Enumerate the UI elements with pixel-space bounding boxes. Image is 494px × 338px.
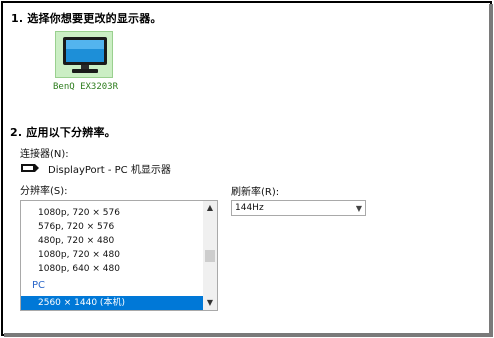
step1-title: 1. 选择你想要更改的显示器。: [11, 12, 162, 25]
scroll-down-icon[interactable]: ▼: [203, 296, 217, 310]
connector-label: 连接器(N):: [20, 149, 69, 160]
connector-value: DisplayPort - PC 机显示器: [48, 164, 171, 176]
chevron-down-icon: ▼: [355, 204, 362, 213]
resolution-item[interactable]: 1080p, 640 × 480: [21, 262, 204, 276]
resolution-item[interactable]: 480p, 720 × 480: [21, 234, 204, 248]
resolution-scrollbar[interactable]: ▲ ▼: [203, 201, 217, 310]
resolution-item[interactable]: 1080p, 720 × 576: [21, 206, 204, 220]
resolution-label: 分辨率(S):: [20, 186, 68, 197]
refresh-rate-label: 刷新率(R):: [231, 187, 280, 198]
resolution-item[interactable]: 576p, 720 × 576: [21, 220, 204, 234]
resolution-items: 1080p, 720 × 576 576p, 720 × 576 480p, 7…: [21, 201, 204, 310]
monitor-tile[interactable]: [55, 31, 113, 78]
frame-shadow: [489, 4, 493, 337]
monitor-name: BenQ EX3203R: [53, 82, 119, 92]
frame-shadow: [4, 333, 493, 337]
resolution-listbox[interactable]: 1080p, 720 × 576 576p, 720 × 576 480p, 7…: [20, 200, 218, 311]
refresh-rate-select[interactable]: 144Hz ▼: [231, 200, 366, 216]
scroll-thumb[interactable]: [205, 250, 215, 262]
connector-row: DisplayPort - PC 机显示器: [20, 161, 171, 176]
monitor-icon: [63, 37, 107, 73]
resolution-group-header: PC: [32, 280, 46, 291]
step2-title: 2. 应用以下分辨率。: [10, 126, 116, 139]
displayport-icon: [21, 164, 39, 172]
resolution-item-selected[interactable]: 2560 × 1440 (本机): [21, 296, 204, 310]
refresh-rate-value: 144Hz: [235, 203, 264, 213]
resolution-item[interactable]: 1080p, 720 × 480: [21, 248, 204, 262]
scroll-up-icon[interactable]: ▲: [203, 201, 217, 215]
